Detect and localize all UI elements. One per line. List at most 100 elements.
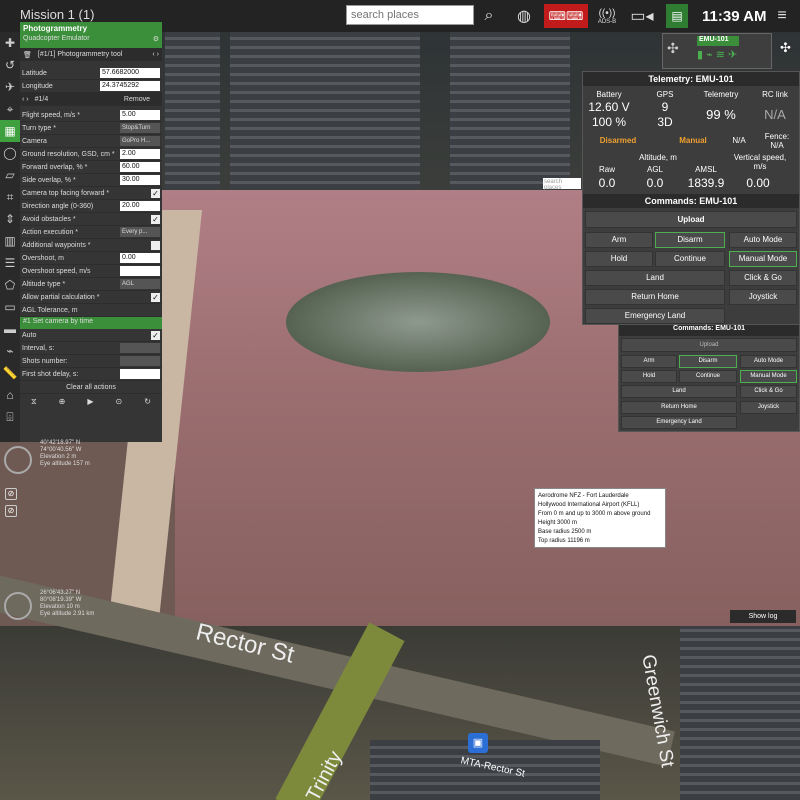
click-go-button[interactable]: Click & Go [740, 385, 797, 398]
gps-fix: 3D [657, 115, 673, 129]
corridor-icon[interactable]: ▭ [0, 296, 20, 318]
search-icon[interactable]: ⌕ [478, 4, 500, 28]
menu-icon[interactable]: ≡ [772, 4, 792, 28]
compass-icon[interactable] [4, 446, 32, 474]
trash-icon[interactable]: 🗑 [23, 51, 32, 59]
upload-button[interactable]: Upload [585, 211, 797, 228]
video-icon[interactable]: ▶ [87, 397, 93, 407]
lines-icon[interactable]: ☰ [0, 252, 20, 274]
disarm-button[interactable]: Disarm [655, 232, 725, 248]
takeoff-icon[interactable]: ✈ [0, 76, 20, 98]
lat-label: Latitude [22, 69, 47, 77]
ruler-icon[interactable]: 📏 [0, 362, 20, 384]
mission-title[interactable]: Mission 1 (1) [20, 7, 94, 22]
home-icon[interactable]: ⌂ [0, 384, 20, 406]
land-button[interactable]: Land [621, 385, 737, 398]
antenna-icon[interactable]: ⌁ [0, 340, 20, 362]
param-field[interactable]: ✓ [151, 188, 160, 198]
param-field[interactable]: Every p... [120, 227, 160, 237]
auto-checkbox[interactable]: ✓ [151, 330, 160, 340]
arm-button[interactable]: Arm [585, 232, 653, 248]
vehicle-card[interactable]: EMU-101 ✣ ▮ ⌁ ≋ ✈ [662, 33, 772, 69]
vehicle-name[interactable]: Quadcopter Emulator [23, 35, 90, 47]
param-field[interactable]: ✓ [151, 214, 160, 224]
param-field[interactable]: 20.00 [120, 201, 160, 211]
action-header[interactable]: #1 Set camera by time [20, 317, 162, 329]
keyboard-icon[interactable]: ⌨⌨ [544, 4, 588, 28]
lat-field[interactable]: 57.6682000 [100, 68, 160, 78]
elevation-readout: Elevation 10 m [40, 604, 80, 610]
manual-mode-button[interactable]: Manual Mode [740, 370, 797, 383]
param-field[interactable]: 0.00 [120, 253, 160, 263]
waypoint-icon[interactable]: ⌖ [0, 98, 20, 120]
joystick-button[interactable]: Joystick [740, 401, 797, 414]
param-field[interactable] [151, 240, 160, 250]
vertical-icon[interactable]: ⇕ [0, 208, 20, 230]
poly-icon[interactable]: ⬠ [0, 274, 20, 296]
hold-button[interactable]: Hold [585, 251, 653, 267]
raw-value: 0.0 [598, 176, 616, 190]
return-home-button[interactable]: Return Home [585, 289, 725, 305]
param-field[interactable]: 30.00 [120, 175, 160, 185]
no-icon[interactable]: ⊘ [5, 488, 17, 500]
param-field[interactable]: 2.00 [120, 149, 160, 159]
globe-icon[interactable]: ◍ [512, 4, 536, 28]
undo-icon[interactable]: ↺ [0, 54, 20, 76]
param-field[interactable]: ✓ [151, 292, 160, 302]
more-icon[interactable]: ✣ [780, 40, 791, 56]
search-input[interactable] [346, 5, 474, 25]
gimbal-icon[interactable]: ⊕ [59, 397, 66, 407]
clipboard-icon[interactable]: ▤ [666, 4, 688, 28]
interval-field[interactable] [120, 343, 160, 353]
nav-arrows[interactable]: ‹ › [22, 96, 29, 103]
hold-button[interactable]: Hold [621, 370, 677, 383]
click-go-button[interactable]: Click & Go [729, 270, 797, 286]
param-field[interactable]: 5.00 [120, 110, 160, 120]
bar-icon[interactable]: ▬ [0, 318, 20, 340]
upload-button[interactable]: Upload [621, 338, 797, 352]
timer-icon[interactable]: ⊙ [116, 397, 123, 407]
circle-icon[interactable]: ◯ [0, 142, 20, 164]
clear-actions-button[interactable]: Clear all actions [66, 384, 116, 391]
prev-icon[interactable]: ‹ › [152, 51, 159, 58]
return-home-button[interactable]: Return Home [621, 401, 737, 414]
land-button[interactable]: Land [585, 270, 725, 286]
show-log-button[interactable]: Show log [730, 610, 796, 623]
shots-field[interactable] [120, 356, 160, 366]
param-field[interactable]: 60.00 [120, 162, 160, 172]
auto-mode-button[interactable]: Auto Mode [729, 232, 797, 248]
settings-icon[interactable]: ⚙ [153, 35, 159, 47]
arm-button[interactable]: Arm [621, 355, 677, 368]
ads-b-icon[interactable]: ((•)) ADS-B [594, 4, 620, 28]
photogrammetry-icon[interactable]: ▦ [0, 120, 20, 142]
disarm-button[interactable]: Disarm [679, 355, 737, 368]
camera-icon[interactable]: ⧖ [31, 397, 37, 407]
emergency-land-button[interactable]: Emergency Land [621, 416, 737, 429]
no-icon[interactable]: ⊘ [5, 505, 17, 517]
auto-mode-button[interactable]: Auto Mode [740, 355, 797, 368]
auto-label: Auto [22, 331, 37, 339]
param-field[interactable]: GoPro H... [120, 136, 160, 146]
remove-button[interactable]: Remove [124, 96, 150, 103]
lon-field[interactable]: 24.3745292 [100, 81, 160, 91]
emergency-land-button[interactable]: Emergency Land [585, 308, 725, 324]
manual-mode-button[interactable]: Manual Mode [729, 251, 797, 267]
continue-button[interactable]: Continue [679, 370, 737, 383]
param-field[interactable] [120, 266, 160, 276]
continue-button[interactable]: Continue [655, 251, 725, 267]
param-field[interactable]: AGL [120, 279, 160, 289]
delay-field[interactable] [120, 369, 160, 379]
video-icon[interactable]: ▭◂ [628, 4, 656, 28]
scan-icon[interactable]: ⌗ [0, 186, 20, 208]
refresh-icon[interactable]: ↻ [144, 397, 151, 407]
tag-icon[interactable]: ⌹ [0, 406, 20, 428]
param-label: Action execution * [22, 228, 79, 236]
compass-icon[interactable] [4, 592, 32, 620]
area-icon[interactable]: ▱ [0, 164, 20, 186]
subway-icon[interactable]: ▣ [468, 733, 488, 753]
map-search[interactable]: search places [543, 178, 581, 191]
add-icon[interactable]: ✚ [0, 32, 20, 54]
joystick-button[interactable]: Joystick [729, 289, 797, 305]
bars-icon[interactable]: ▥ [0, 230, 20, 252]
param-field[interactable]: Stop&Turn [120, 123, 160, 133]
